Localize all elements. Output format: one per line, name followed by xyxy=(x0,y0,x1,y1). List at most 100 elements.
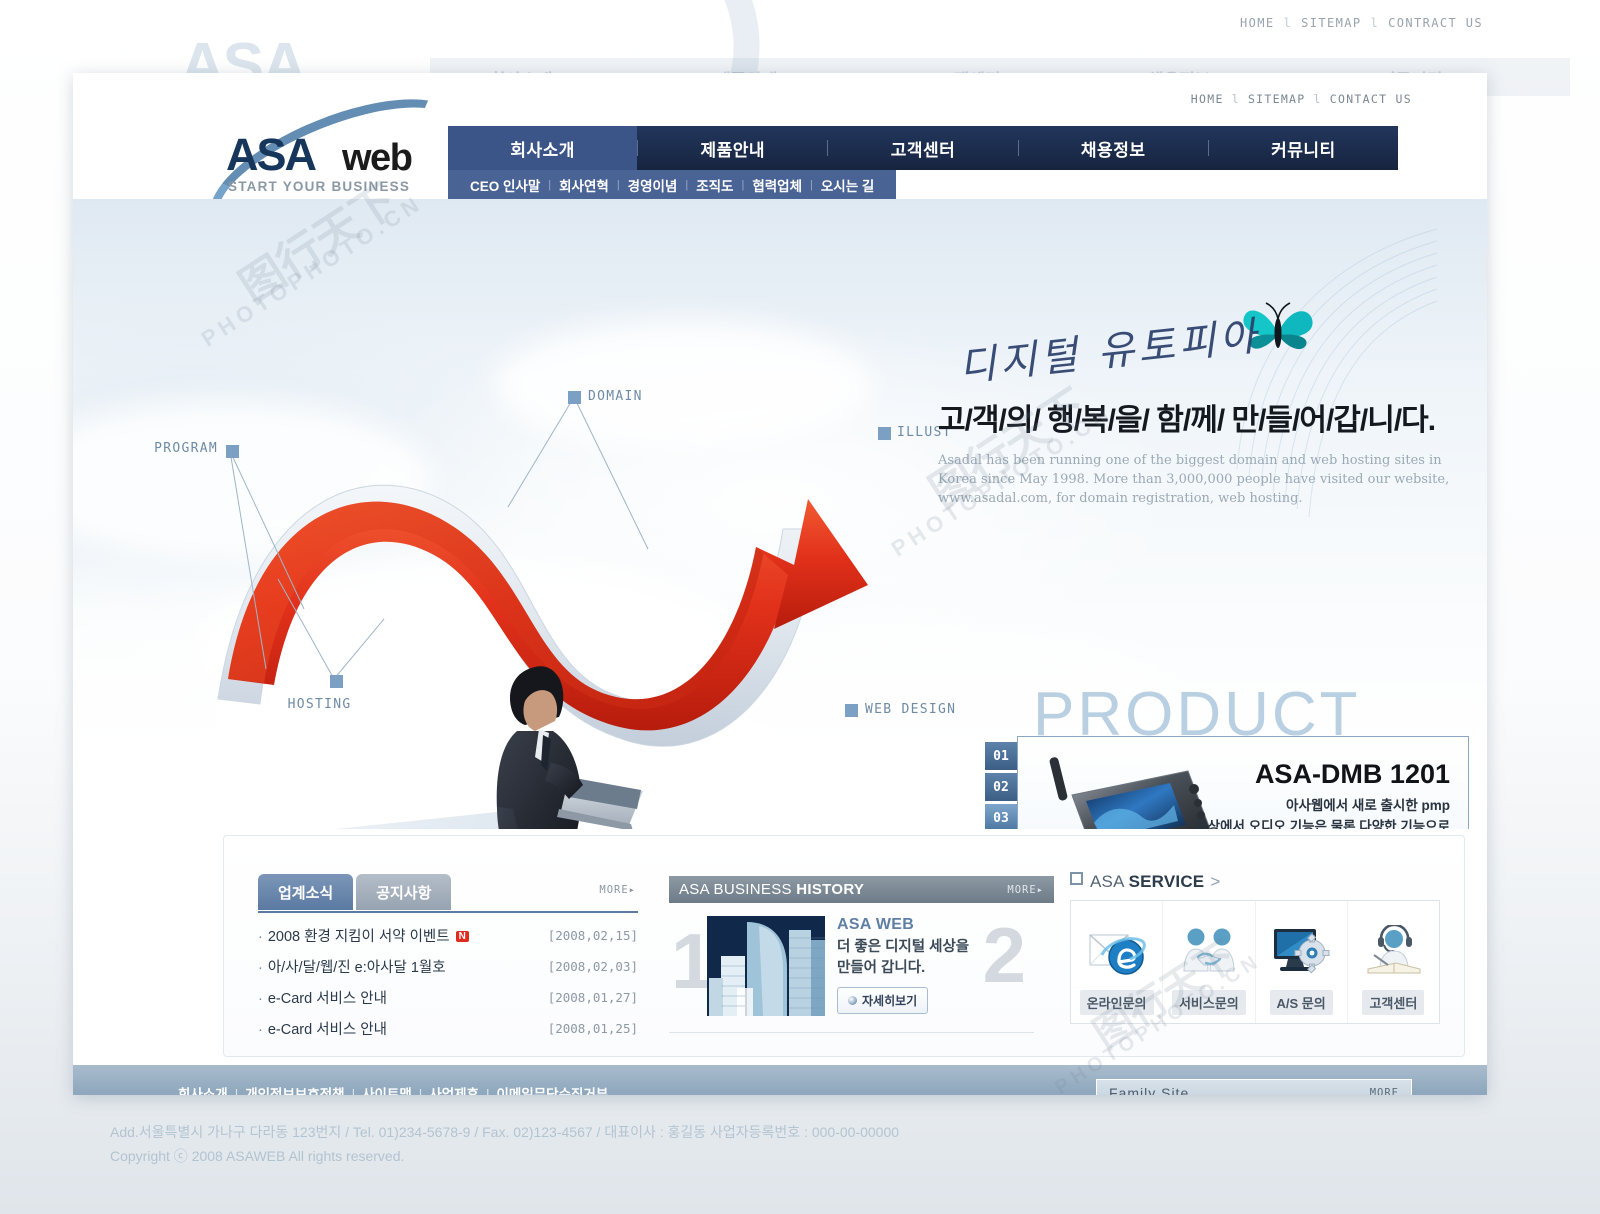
service-item-label: 서비스문의 xyxy=(1171,990,1246,1015)
divider: l xyxy=(1313,92,1322,106)
history-title-light: ASA BUSINESS xyxy=(679,881,797,898)
bottom-panels: 업계소식 공지사항 MORE▸ · 2008 환경 지킴이 서약 이벤트 N [20… xyxy=(223,835,1465,1057)
footer-link-email-reject[interactable]: 이메일무단수집거부 xyxy=(497,1087,609,1095)
history-number-right: 2 xyxy=(982,911,1026,999)
footer-links[interactable]: 회사소개 | 개인정보보호정책 | 사이트맵 | 사업제휴 | 이메일무단수집거부 xyxy=(178,1083,608,1095)
news-more-label: MORE xyxy=(599,884,629,896)
history-item-title: ASA WEB xyxy=(837,916,915,933)
hero-subtext: Asadal has been running one of the bigge… xyxy=(938,453,1450,506)
news-more-link[interactable]: MORE▸ xyxy=(599,884,636,896)
divider: l xyxy=(1231,92,1240,106)
hero-visual: DOMAIN PROGRAM HOSTING ILLUST WEB DESIGN xyxy=(73,199,1487,829)
news-row[interactable]: · e-Card 서비스 안내 [2008,01,27] xyxy=(258,982,638,1013)
product-description-line: 영상에서 오디오 기능은 물론 다양한 기능으로 xyxy=(1195,819,1450,829)
node-label-program: PROGRAM xyxy=(154,441,218,456)
news-row[interactable]: · 2008 환경 지킴이 서약 이벤트 N [2008,02,15] xyxy=(258,920,638,951)
hero-headline-block: 디지털 유토피아 고/객/의/ 행/복/을/ 함/께/ 만/들/어/갑/니/다.… xyxy=(938,302,1458,508)
subnav-item-partners[interactable]: 협력업체 xyxy=(744,175,810,195)
news-tab-list[interactable]: 업계소식 공지사항 xyxy=(258,874,452,910)
news-title-text: e-Card 서비스 안내 xyxy=(267,1022,387,1038)
divider: l xyxy=(1283,16,1293,30)
link-sitemap[interactable]: SITEMAP xyxy=(1248,92,1306,106)
link-contact-us[interactable]: CONTACT US xyxy=(1330,92,1412,106)
news-title: · 2008 환경 지킴이 서약 이벤트 N xyxy=(258,925,469,946)
news-title-text: e-Card 서비스 안내 xyxy=(267,991,387,1007)
global-navigation[interactable]: 회사소개 제품안내 고객센터 채용정보 커뮤니티 xyxy=(448,126,1398,170)
sub-navigation[interactable]: CEO 인사말 | 회사연혁 | 경영이념 | 조직도 | 협력업체 | 오시는 길 xyxy=(448,170,897,199)
news-title: · e-Card 서비스 안내 xyxy=(258,1018,387,1039)
logo-tagline: START YOUR BUSINESS xyxy=(228,179,411,194)
history-title: ASA BUSINESS HISTORY xyxy=(679,881,864,898)
news-title: · e-Card 서비스 안내 xyxy=(258,987,387,1008)
footer-link-about[interactable]: 회사소개 xyxy=(178,1087,228,1095)
subnav-item-ceo-greeting[interactable]: CEO 인사말 xyxy=(462,175,548,195)
product-tab-03[interactable]: 03 xyxy=(985,804,1017,829)
nav-item-community[interactable]: 커뮤니티 xyxy=(1209,126,1398,170)
link-home[interactable]: HOME xyxy=(1191,92,1224,106)
bullet-icon: · xyxy=(258,991,263,1007)
handshake-icon xyxy=(1178,920,1240,982)
service-item-label: A/S 문의 xyxy=(1269,990,1333,1015)
news-row[interactable]: · e-Card 서비스 안내 [2008,01,25] xyxy=(258,1013,638,1044)
news-date: [2008,02,03] xyxy=(547,959,638,974)
service-item-service-inquiry[interactable]: 서비스문의 xyxy=(1163,901,1256,1023)
service-item-customer-center[interactable]: 고객센터 xyxy=(1348,901,1439,1023)
history-detail-label: 자세히보기 xyxy=(862,994,918,1008)
node-label-web-design: WEB DESIGN xyxy=(865,702,957,717)
news-title: · 아/사/달/웹/진 e:아사달 1월호 xyxy=(258,956,446,977)
service-item-as-inquiry[interactable]: A/S 문의 xyxy=(1256,901,1348,1023)
bullet-icon: · xyxy=(258,929,263,945)
product-name: ASA-DMB 1201 xyxy=(1254,759,1450,789)
service-title-light: ASA xyxy=(1090,872,1129,891)
new-badge: N xyxy=(455,931,469,942)
history-detail-button[interactable]: 자세히보기 xyxy=(837,987,929,1014)
news-tab-notice[interactable]: 공지사항 xyxy=(356,874,452,910)
history-item-desc-line: 만들어 갑니다. xyxy=(837,960,926,976)
footer-link-privacy[interactable]: 개인정보보호정책 xyxy=(245,1087,344,1095)
backdrop-link-contact[interactable]: CONTRACT US xyxy=(1381,16,1490,30)
history-panel: ASA BUSINESS HISTORY MORE▸ 1 2 ASA WEB 더… xyxy=(669,836,1054,1056)
businessman-photo xyxy=(496,666,643,829)
product-tab-01[interactable]: 01 xyxy=(985,742,1017,770)
family-site-more-label[interactable]: MORE xyxy=(1370,1087,1399,1096)
history-item-desc-line: 더 좋은 디지털 세상을 xyxy=(837,939,970,955)
subnav-item-org-chart[interactable]: 조직도 xyxy=(688,175,741,195)
backdrop-link-home[interactable]: HOME xyxy=(1233,16,1282,30)
site-footer: 회사소개|개인정보보호정책|사이트맵|사업제휴|이메일무단수집거부 Add.서울… xyxy=(73,1065,1487,1095)
product-tab-02[interactable]: 02 xyxy=(985,773,1017,801)
news-date: [2008,01,25] xyxy=(547,1021,638,1036)
footer-link-partnership[interactable]: 사업제휴 xyxy=(429,1087,479,1095)
news-tab-industry[interactable]: 업계소식 xyxy=(258,874,354,910)
subnav-item-philosophy[interactable]: 경영이념 xyxy=(620,175,686,195)
nav-item-careers[interactable]: 채용정보 xyxy=(1019,126,1208,170)
subnav-item-directions[interactable]: 오시는 길 xyxy=(813,175,882,195)
product-tab-list[interactable]: 01 02 03 xyxy=(985,742,1017,829)
news-row[interactable]: · 아/사/달/웹/진 e:아사달 1월호 [2008,02,03] xyxy=(258,951,638,982)
header-utility-nav[interactable]: HOME l SITEMAP l CONTACT US xyxy=(1191,92,1412,106)
logo-secondary-text: web xyxy=(342,137,413,179)
nav-item-company[interactable]: 회사소개 xyxy=(448,126,638,170)
nav-item-customer[interactable]: 고객센터 xyxy=(828,126,1017,170)
service-item-online-inquiry[interactable]: 온라인문의 xyxy=(1071,901,1164,1023)
backdrop-ghost-footer-copyright: Copyright ⓒ 2008 ASAWEB All rights reser… xyxy=(110,1148,405,1164)
backdrop-ghost-footer-address: Add.서울특별시 가나구 다라동 123번지 / Tel. 01)234-56… xyxy=(110,1124,900,1140)
footer-link-sitemap[interactable]: 사이트맵 xyxy=(362,1087,412,1095)
node-label-domain: DOMAIN xyxy=(588,389,643,404)
history-building-photo xyxy=(707,916,825,1016)
node-marker-hosting xyxy=(330,675,343,688)
divider: | xyxy=(234,1087,239,1095)
divider: | xyxy=(485,1087,490,1095)
nav-item-products[interactable]: 제품안내 xyxy=(638,126,827,170)
history-item-text: ASA WEB 더 좋은 디지털 세상을 만들어 갑니다. 자세히보기 xyxy=(837,916,969,1014)
service-title-bold: SERVICE xyxy=(1128,872,1205,891)
backdrop-link-sitemap[interactable]: SITEMAP xyxy=(1294,16,1368,30)
headset-operator-icon xyxy=(1362,920,1424,982)
history-header: ASA BUSINESS HISTORY MORE▸ xyxy=(669,876,1054,903)
history-more-link[interactable]: MORE▸ xyxy=(1007,884,1044,896)
subnav-item-history[interactable]: 회사연혁 xyxy=(551,175,617,195)
history-title-bold: HISTORY xyxy=(796,881,865,898)
news-title-text: 아/사/달/웹/진 e:아사달 1월호 xyxy=(267,960,446,976)
family-site-selector[interactable]: Family Site MORE xyxy=(1096,1079,1412,1095)
square-bullet-icon xyxy=(1070,872,1083,885)
backdrop-top-utility-nav[interactable]: HOME l SITEMAP l CONTRACT US xyxy=(1233,16,1490,30)
